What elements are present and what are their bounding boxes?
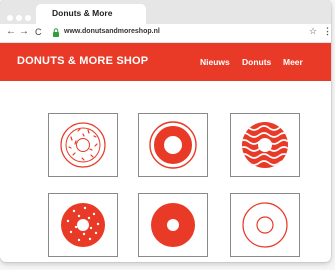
- tab-strip: Donuts & More: [0, 0, 331, 24]
- dotted-donut-icon: [61, 203, 105, 247]
- nav-link-meer[interactable]: Meer: [283, 57, 303, 67]
- site-logo[interactable]: DONUTS & MORE SHOP: [17, 55, 148, 67]
- ring-donut-icon: [149, 121, 197, 169]
- reload-icon[interactable]: C: [35, 26, 42, 38]
- minimize-window-icon[interactable]: [16, 15, 22, 21]
- site-header: DONUTS & MORE SHOP Nieuws Donuts Meer: [0, 43, 331, 81]
- lock-icon: [53, 28, 59, 37]
- product-tile-dotted-donut[interactable]: [48, 193, 118, 257]
- close-window-icon[interactable]: [7, 15, 13, 21]
- outline-donut-icon: [242, 202, 288, 248]
- product-tile-ring-donut[interactable]: [138, 113, 208, 177]
- tab-title: Donuts & More: [52, 8, 113, 18]
- browser-window: Donuts & More ← → C www.donutsandmoresho…: [0, 0, 331, 262]
- forward-arrow-icon[interactable]: →: [19, 26, 29, 38]
- nav-link-nieuws[interactable]: Nieuws: [200, 57, 230, 67]
- bookmark-star-icon[interactable]: ☆: [309, 26, 317, 37]
- product-tile-wavy-donut[interactable]: [230, 113, 300, 177]
- back-arrow-icon[interactable]: ←: [6, 26, 16, 38]
- sprinkle-donut-outline-icon: [60, 122, 106, 168]
- browser-menu-icon[interactable]: ⋮: [323, 26, 331, 37]
- product-tile-solid-donut[interactable]: [138, 193, 208, 257]
- product-tile-outline-donut[interactable]: [230, 193, 300, 257]
- maximize-window-icon[interactable]: [25, 15, 31, 21]
- solid-donut-icon: [151, 203, 195, 247]
- address-bar[interactable]: www.donutsandmoreshop.nl: [64, 28, 160, 35]
- wavy-donut-icon: [242, 122, 288, 168]
- browser-toolbar: ← → C www.donutsandmoreshop.nl ☆ ⋮: [0, 24, 331, 43]
- nav-link-donuts[interactable]: Donuts: [242, 57, 271, 67]
- product-tile-sprinkle-donut[interactable]: [48, 113, 118, 177]
- browser-tab[interactable]: Donuts & More: [36, 4, 146, 24]
